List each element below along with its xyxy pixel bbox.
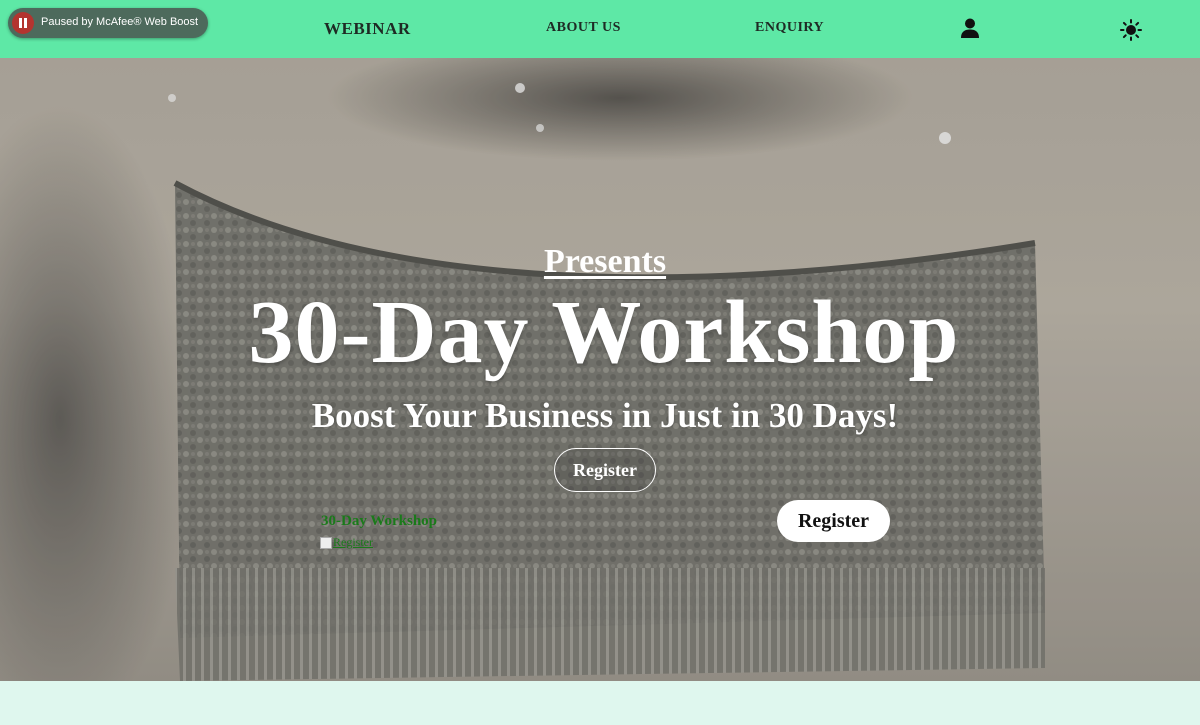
hero-title: 30-Day Workshop xyxy=(248,283,960,382)
user-icon[interactable] xyxy=(959,17,981,39)
nav-webinar-link[interactable]: WEBINAR xyxy=(324,19,411,39)
hero-section: Presents 30-Day Workshop Boost Your Busi… xyxy=(0,58,1200,681)
register-button-secondary[interactable]: Register xyxy=(777,500,890,542)
nav-enquiry-link[interactable]: ENQUIRY xyxy=(755,20,824,36)
hero-subtitle: Boost Your Business in Just in 30 Days! xyxy=(311,396,899,435)
sun-icon[interactable] xyxy=(1120,19,1142,41)
pause-icon[interactable] xyxy=(12,12,34,34)
hero-presents-label: Presents xyxy=(543,243,667,280)
broken-image-alt-text: Register xyxy=(333,535,373,549)
nav-about-us-link[interactable]: ABOUT US xyxy=(546,20,621,36)
mcafee-web-boost-banner[interactable]: Paused by McAfee® Web Boost xyxy=(8,8,208,38)
broken-register-image[interactable]: Register xyxy=(320,535,432,553)
register-button-primary[interactable]: Register xyxy=(554,448,656,492)
page-footer-band xyxy=(0,681,1200,725)
broken-image-icon xyxy=(320,537,332,549)
workshop-link-title[interactable]: 30-Day Workshop xyxy=(321,513,437,530)
mcafee-banner-text: Paused by McAfee® Web Boost xyxy=(41,16,199,28)
